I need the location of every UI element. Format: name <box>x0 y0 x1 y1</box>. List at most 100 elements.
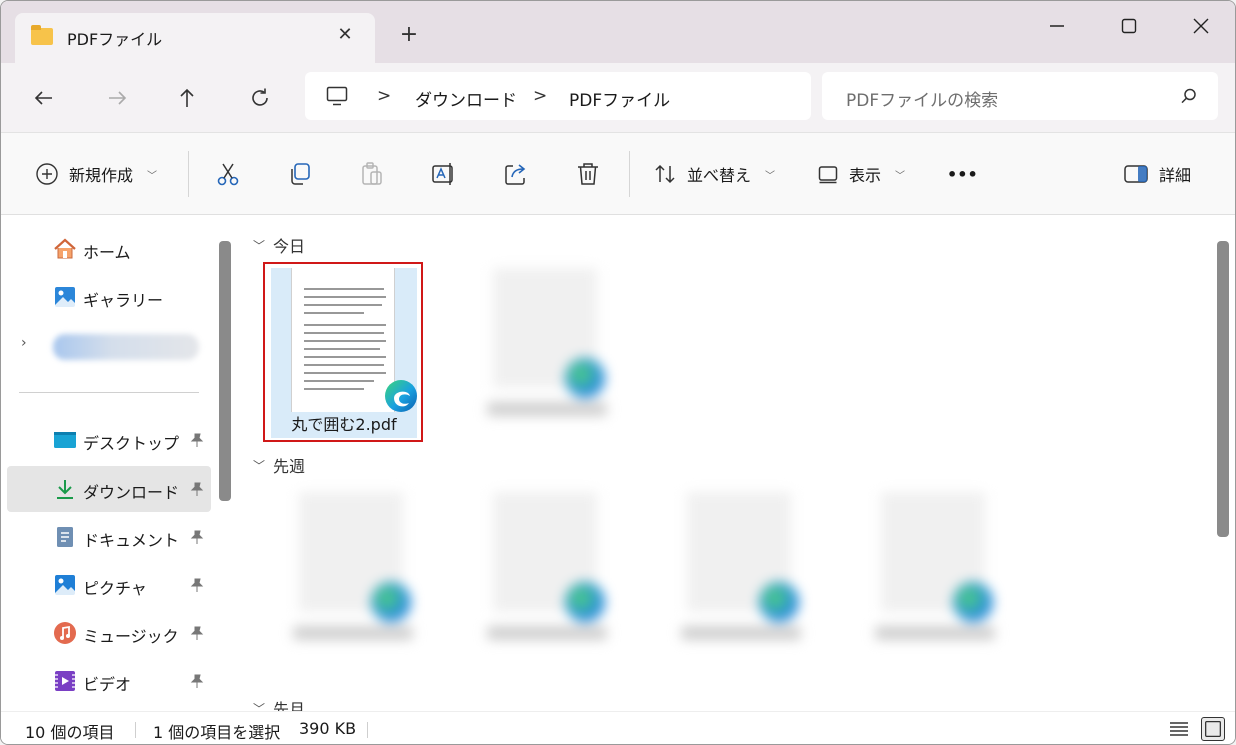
status-divider <box>135 722 136 738</box>
sort-button[interactable]: 並べ替え ﹀ <box>653 160 775 188</box>
file-item-blurred[interactable] <box>477 262 617 432</box>
search-placeholder: PDFファイルの検索 <box>846 91 999 111</box>
pdf-page-preview <box>291 268 395 412</box>
sidebar-item-label: ミュージック <box>83 627 179 646</box>
group-label: 先週 <box>273 457 306 476</box>
maximize-icon <box>1121 18 1137 34</box>
refresh-button[interactable] <box>245 83 275 113</box>
up-button[interactable] <box>172 83 202 113</box>
cut-icon[interactable] <box>215 161 241 187</box>
large-icons-view-icon[interactable] <box>1201 717 1225 741</box>
copy-icon[interactable] <box>287 161 313 187</box>
desktop-icon <box>54 432 76 448</box>
selection-size: 390 KB <box>299 719 357 738</box>
minimize-icon <box>1050 25 1064 27</box>
sidebar-item-home[interactable]: ホーム <box>7 226 211 272</box>
status-divider <box>367 722 368 738</box>
back-button[interactable] <box>29 83 59 113</box>
arrow-up-icon <box>180 88 194 107</box>
minimize-button[interactable] <box>1037 11 1077 41</box>
group-header-today[interactable]: ﹀ 今日 <box>253 233 305 257</box>
file-name: 丸で囲む2.pdf <box>271 412 417 438</box>
close-icon <box>1193 18 1209 34</box>
sidebar-item-music[interactable]: ミュージック <box>7 610 211 656</box>
breadcrumb-pdf-folder[interactable]: PDFファイル <box>569 86 670 111</box>
file-item-blurred[interactable] <box>283 486 423 656</box>
edge-pdf-icon <box>385 380 417 412</box>
close-window-button[interactable] <box>1181 11 1221 41</box>
title-bar: PDFファイル ✕ + <box>1 1 1235 63</box>
pin-icon[interactable] <box>189 481 205 497</box>
content-scrollbar[interactable] <box>1217 241 1229 537</box>
details-pane-icon <box>1124 165 1148 183</box>
details-pane-label: 詳細 <box>1159 166 1192 185</box>
view-icon <box>818 166 838 184</box>
file-list: ﹀ 今日 丸で囲む2.pdf ﹀ 先週 ﹀ 先月 <box>241 216 1211 711</box>
file-item-blurred[interactable] <box>671 486 811 656</box>
sidebar-divider <box>19 392 199 393</box>
group-header-last-month[interactable]: ﹀ 先月 <box>253 696 305 711</box>
view-button[interactable]: 表示 ﹀ <box>817 160 905 188</box>
download-icon <box>57 480 73 499</box>
file-item-blurred[interactable] <box>477 486 617 656</box>
paste-icon[interactable] <box>359 161 385 187</box>
gallery-icon <box>55 287 75 307</box>
details-view-icon[interactable] <box>1167 717 1191 741</box>
toolbar-divider <box>188 151 189 197</box>
forward-button[interactable] <box>102 83 132 113</box>
group-label: 先月 <box>273 700 306 711</box>
file-item-blurred[interactable] <box>865 486 1005 656</box>
sidebar-item-label: ピクチャ <box>83 579 147 598</box>
details-pane-button[interactable]: 詳細 <box>1123 160 1191 188</box>
chevron-right-icon[interactable]: › <box>21 335 27 351</box>
toolbar-divider <box>629 151 630 197</box>
delete-icon[interactable] <box>575 161 601 187</box>
pin-icon[interactable] <box>189 432 205 448</box>
sidebar-item-gallery[interactable]: ギャラリー <box>7 274 211 320</box>
command-bar: 新規作成 ﹀ 並べ替え ﹀ 表示 ﹀ ••• 詳細 <box>1 133 1235 215</box>
view-button-label: 表示 <box>849 166 882 185</box>
arrow-left-icon <box>34 91 52 105</box>
chevron-down-icon: ﹀ <box>253 458 266 473</box>
breadcrumb-downloads[interactable]: ダウンロード <box>415 86 517 111</box>
group-header-last-week[interactable]: ﹀ 先週 <box>253 453 305 477</box>
file-item-selected[interactable]: 丸で囲む2.pdf <box>263 262 423 442</box>
address-bar[interactable]: > ダウンロード > PDFファイル <box>305 72 811 120</box>
sidebar-scrollbar[interactable] <box>219 241 231 501</box>
pin-icon[interactable] <box>189 625 205 641</box>
chevron-down-icon: ﹀ <box>765 170 776 182</box>
breadcrumb-separator: > <box>377 86 392 106</box>
pin-icon[interactable] <box>189 673 205 689</box>
sidebar-item-desktop[interactable]: デスクトップ <box>7 417 211 463</box>
refresh-icon <box>252 88 268 106</box>
pin-icon[interactable] <box>189 577 205 593</box>
sidebar-item-label: デスクトップ <box>83 434 180 453</box>
arrow-right-icon <box>109 91 127 105</box>
sidebar-item-pictures[interactable]: ピクチャ <box>7 562 211 608</box>
item-count: 10 個の項目 <box>25 723 115 742</box>
sidebar-item-videos[interactable]: ビデオ <box>7 658 211 704</box>
new-button[interactable]: 新規作成 ﹀ <box>35 160 157 188</box>
maximize-button[interactable] <box>1109 11 1149 41</box>
selection-count: 1 個の項目を選択 <box>153 723 281 742</box>
pin-icon[interactable] <box>189 529 205 545</box>
share-icon[interactable] <box>503 161 529 187</box>
more-options-button[interactable]: ••• <box>947 160 978 188</box>
breadcrumb-separator: > <box>533 86 548 106</box>
file-explorer-window: PDFファイル ✕ + > ダウンロード > PDFファイル PDFファイルの検… <box>0 0 1236 745</box>
search-box[interactable]: PDFファイルの検索 <box>822 72 1218 120</box>
chevron-down-icon: ﹀ <box>253 238 266 253</box>
new-tab-button[interactable]: + <box>397 23 421 47</box>
more-icon: ••• <box>947 164 978 184</box>
close-tab-button[interactable]: ✕ <box>333 23 357 47</box>
tab-pdf-folder[interactable]: PDFファイル ✕ <box>15 13 375 63</box>
status-bar: 10 個の項目 1 個の項目を選択 390 KB <box>1 711 1235 744</box>
folder-icon <box>31 25 53 45</box>
pdf-thumbnail <box>271 268 417 412</box>
onedrive-account-item[interactable] <box>53 334 199 360</box>
pictures-icon <box>55 575 75 595</box>
rename-icon[interactable] <box>431 161 457 187</box>
sidebar-item-downloads[interactable]: ダウンロード <box>7 466 211 512</box>
sidebar-item-documents[interactable]: ドキュメント <box>7 514 211 560</box>
chevron-down-icon: ﹀ <box>895 170 906 182</box>
